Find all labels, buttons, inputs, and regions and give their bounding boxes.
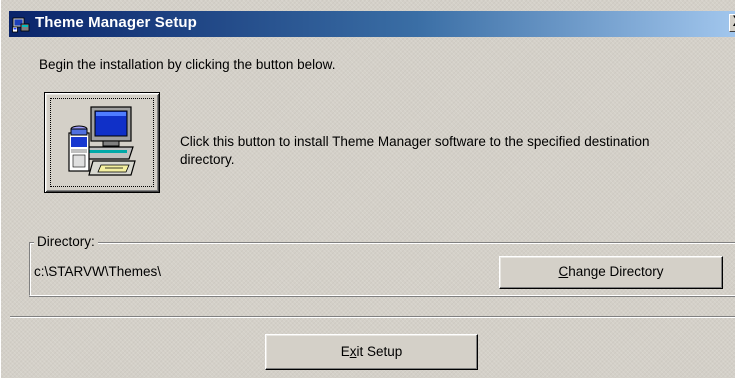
change-directory-mnemonic: C: [558, 264, 569, 279]
change-directory-button[interactable]: Change Directory: [499, 256, 723, 289]
setup-app-icon: [12, 17, 30, 33]
directory-path: c:\STARVW\Themes\: [34, 264, 162, 279]
setup-window: Theme Manager Setup X Begin the installa…: [0, 0, 735, 378]
close-button[interactable]: X: [729, 14, 735, 32]
exit-setup-button[interactable]: Exit Setup: [265, 334, 478, 370]
exit-setup-label-after: it Setup: [356, 344, 403, 359]
window-title: Theme Manager Setup: [35, 14, 197, 31]
directory-label: Directory:: [34, 234, 98, 249]
exit-setup-label-before: E: [340, 344, 350, 359]
intro-text: Begin the installation by clicking the b…: [39, 57, 336, 72]
install-description: Click this button to install Theme Manag…: [180, 134, 650, 167]
install-button[interactable]: [44, 92, 160, 193]
setup-computer-icon: [68, 106, 136, 176]
separator-line: [10, 316, 735, 318]
change-directory-label-after: hange Directory: [568, 264, 664, 279]
title-bar[interactable]: Theme Manager Setup X: [9, 11, 735, 37]
